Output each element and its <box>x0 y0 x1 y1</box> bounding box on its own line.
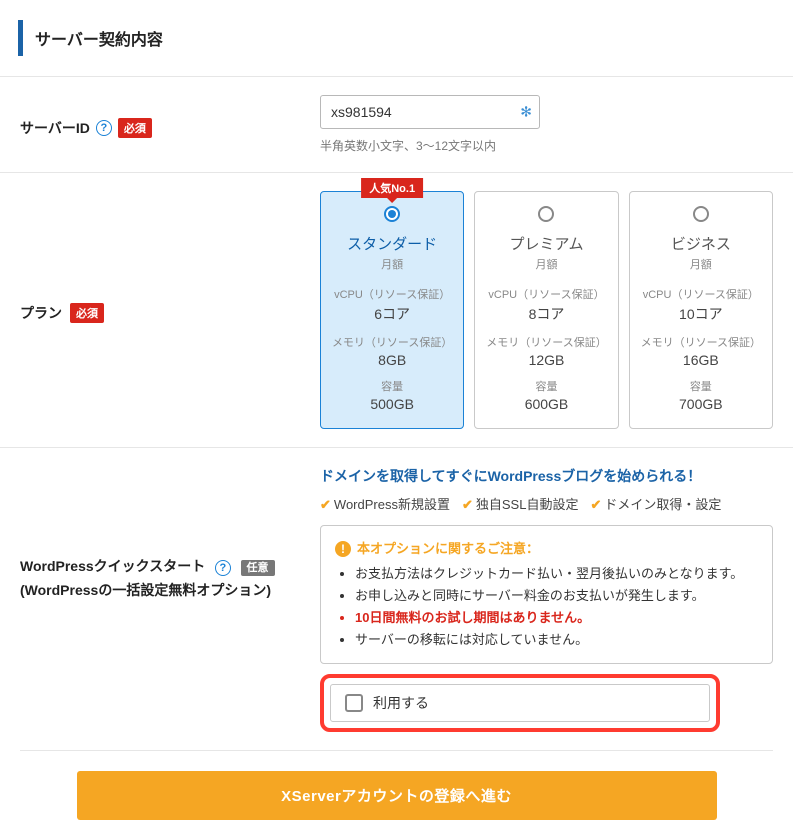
wp-notice-list: お支払方法はクレジットカード払い・翌月後払いのみとなります。お申し込みと同時にサ… <box>335 563 758 651</box>
popular-tag: 人気No.1 <box>361 178 423 198</box>
plan-per-month: 月額 <box>638 256 764 272</box>
loading-icon: ✻ <box>520 104 532 121</box>
check-icon: ✔ <box>320 497 331 512</box>
check-icon: ✔ <box>590 497 601 512</box>
wp-notice-title-text: 本オプションに関するご注意： <box>357 541 539 556</box>
plan-spec-label: 容量 <box>483 378 609 394</box>
plan-spec-label: vCPU（リソース保証） <box>638 286 764 302</box>
plan-spec-label: 容量 <box>638 378 764 394</box>
highlight-box: 利用する <box>320 674 720 732</box>
wp-notice-item: サーバーの移転には対応していません。 <box>355 629 758 651</box>
plan-spec-value: 6コア <box>329 304 455 324</box>
plan-spec-label: メモリ（リソース保証） <box>329 334 455 350</box>
server-id-field: ✻ 半角英数小文字、3～12文字以内 <box>320 95 773 154</box>
required-badge: 必須 <box>118 118 152 138</box>
wp-label-text: WordPressクイックスタート <box>20 558 205 574</box>
plan-per-month: 月額 <box>329 256 455 272</box>
plan-name: スタンダード <box>329 233 455 254</box>
wp-feature-item: ✔独自SSL自動設定 <box>462 497 578 512</box>
plan-spec-label: 容量 <box>329 378 455 394</box>
submit-button[interactable]: XServerアカウントの登録へ進む <box>77 771 717 820</box>
wp-features: ✔WordPress新規設置 ✔独自SSL自動設定 ✔ドメイン取得・設定 <box>320 494 773 513</box>
wp-field: ドメインを取得してすぐにWordPressブログを始められる！ ✔WordPre… <box>320 466 773 732</box>
label-wordpress: WordPressクイックスタート ? 任意 (WordPressの一括設定無料… <box>20 466 320 732</box>
plan-per-month: 月額 <box>483 256 609 272</box>
section-title: サーバー契約内容 <box>18 20 793 56</box>
optional-badge: 任意 <box>241 560 275 576</box>
help-icon[interactable]: ? <box>215 560 231 576</box>
plan-spec-label: メモリ（リソース保証） <box>638 334 764 350</box>
radio-icon[interactable] <box>693 206 709 222</box>
plan-field: 人気No.1スタンダード月額vCPU（リソース保証）6コアメモリ（リソース保証）… <box>320 191 773 429</box>
plan-spec-value: 10コア <box>638 304 764 324</box>
wp-heading: ドメインを取得してすぐにWordPressブログを始められる！ <box>320 466 773 486</box>
wp-use-label: 利用する <box>373 693 429 713</box>
check-icon: ✔ <box>462 497 473 512</box>
plan-spec-value: 500GB <box>329 396 455 412</box>
plan-spec-label: vCPU（リソース保証） <box>329 286 455 302</box>
radio-icon[interactable] <box>384 206 400 222</box>
checkbox-icon[interactable] <box>345 694 363 712</box>
plan-name: ビジネス <box>638 233 764 254</box>
wp-notice-box: ! 本オプションに関するご注意： お支払方法はクレジットカード払い・翌月後払いのみ… <box>320 525 773 664</box>
warning-icon: ! <box>335 541 351 557</box>
wp-notice-item: お申し込みと同時にサーバー料金のお支払いが発生します。 <box>355 585 758 607</box>
server-id-label-text: サーバーID <box>20 118 90 138</box>
label-plan: プラン 必須 <box>20 191 320 429</box>
plan-spec-value: 8コア <box>483 304 609 324</box>
help-icon[interactable]: ? <box>96 120 112 136</box>
label-server-id: サーバーID ? 必須 <box>20 95 320 154</box>
radio-icon[interactable] <box>538 206 554 222</box>
row-server-id: サーバーID ? 必須 ✻ 半角英数小文字、3～12文字以内 <box>0 76 793 172</box>
plan-list: 人気No.1スタンダード月額vCPU（リソース保証）6コアメモリ（リソース保証）… <box>320 191 773 429</box>
row-plan: プラン 必須 人気No.1 スタンダード月額 vCPU（リソース保証） 6コアメモリ（… <box>0 172 793 447</box>
required-badge: 必須 <box>70 303 104 323</box>
plan-spec-value: 8GB <box>329 352 455 368</box>
plan-spec-value: 600GB <box>483 396 609 412</box>
wp-notice-item: お支払方法はクレジットカード払い・翌月後払いのみとなります。 <box>355 563 758 585</box>
wp-feature-item: ✔WordPress新規設置 <box>320 497 450 512</box>
server-id-hint: 半角英数小文字、3～12文字以内 <box>320 137 773 154</box>
plan-label-text: プラン <box>20 303 62 323</box>
wp-notice-item: 10日間無料のお試し期間はありません。 <box>355 607 758 629</box>
plan-option[interactable]: 人気No.1スタンダード月額vCPU（リソース保証）6コアメモリ（リソース保証）… <box>320 191 464 429</box>
wp-feature-item: ✔ドメイン取得・設定 <box>590 497 721 512</box>
plan-spec-value: 16GB <box>638 352 764 368</box>
wp-use-checkbox-row[interactable]: 利用する <box>330 684 710 722</box>
plan-option[interactable]: ビジネス月額 vCPU（リソース保証） 10コアメモリ（リソース保証） 16GB 容量 7… <box>629 191 773 429</box>
plan-spec-label: メモリ（リソース保証） <box>483 334 609 350</box>
plan-option[interactable]: プレミアム月額 vCPU（リソース保証） 8コアメモリ（リソース保証） 12GB 容量 6… <box>474 191 618 429</box>
plan-name: プレミアム <box>483 233 609 254</box>
wp-sublabel: (WordPressの一括設定無料オプション) <box>20 580 320 600</box>
plan-spec-value: 12GB <box>483 352 609 368</box>
server-id-input[interactable] <box>320 95 540 129</box>
row-wordpress: WordPressクイックスタート ? 任意 (WordPressの一括設定無料… <box>0 447 793 750</box>
plan-spec-label: vCPU（リソース保証） <box>483 286 609 302</box>
wp-notice-title: ! 本オプションに関するご注意： <box>335 538 758 557</box>
plan-spec-value: 700GB <box>638 396 764 412</box>
